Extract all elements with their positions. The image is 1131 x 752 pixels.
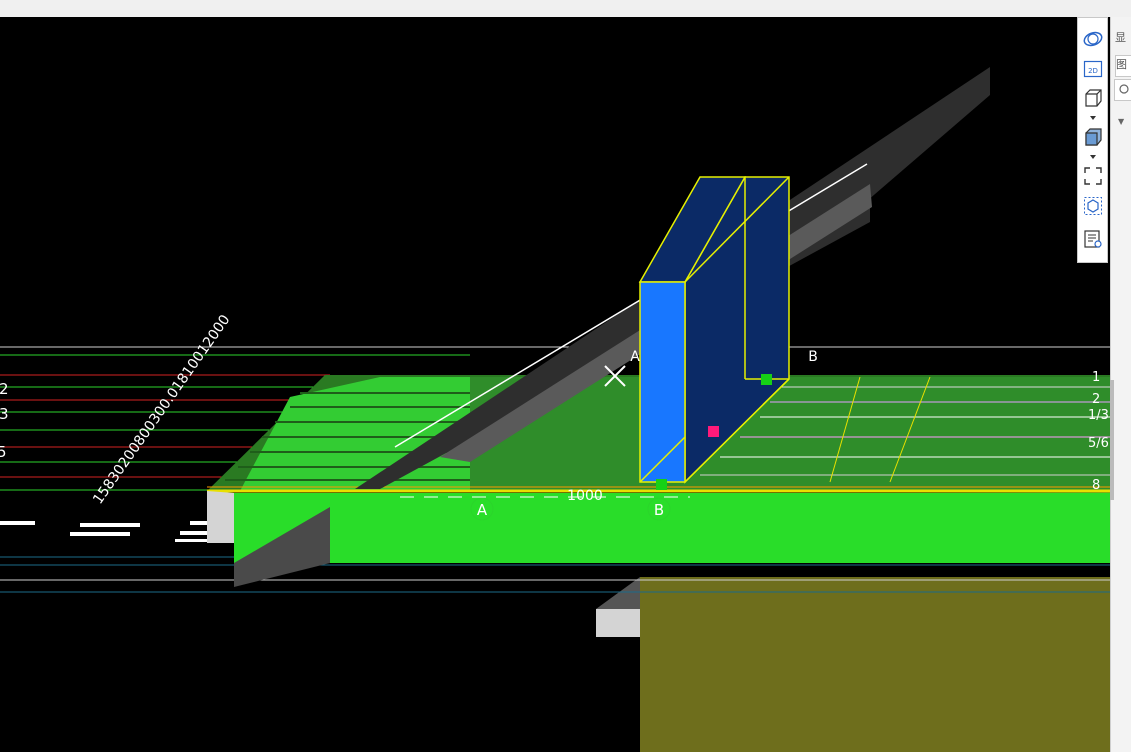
view-3d-box-icon: [1085, 89, 1102, 107]
selected-column-front[interactable]: [639, 281, 686, 483]
shaded-box-icon: [1085, 128, 1102, 146]
grip-handle[interactable]: [656, 479, 667, 490]
orbit-icon: [1083, 31, 1103, 47]
center-grip-handle[interactable]: [708, 426, 719, 437]
row-number-5: 5: [0, 443, 7, 461]
grip-handle[interactable]: [761, 374, 772, 385]
properties-view-icon: [1084, 230, 1102, 248]
properties-view-button[interactable]: [1082, 228, 1104, 250]
axis-label-b: B: [654, 501, 664, 519]
fit-view-icon: [1084, 167, 1102, 185]
grey-base-front: [596, 609, 640, 637]
orbit-button[interactable]: [1082, 28, 1104, 50]
section-box-icon: [1084, 197, 1102, 215]
right-row-number: 1/3: [1088, 408, 1109, 423]
shaded-view-button[interactable]: [1082, 126, 1104, 148]
dimension-text: 1000: [567, 488, 603, 504]
svg-text:2D: 2D: [1088, 67, 1098, 75]
model-canvas[interactable]: A B A B 1000 2 3 5 1 2 1/3 5/6 8 1583020…: [0, 17, 1110, 752]
view-3d-button[interactable]: [1082, 87, 1104, 109]
3d-model-viewport[interactable]: A B A B 1000 2 3 5 1 2 1/3 5/6 8 1583020…: [0, 17, 1110, 752]
axis-label-a-top: A: [630, 349, 640, 365]
view-2d-button[interactable]: 2D: [1082, 58, 1104, 80]
right-row-number: 5/6: [1088, 436, 1109, 451]
view-toolbar: 2D: [1077, 17, 1108, 263]
search-icon: [1119, 84, 1129, 94]
panel-tab[interactable]: 显: [1115, 29, 1131, 49]
fit-view-button[interactable]: [1082, 165, 1104, 187]
viewport-scrollbar[interactable]: [1110, 380, 1114, 500]
section-box-button[interactable]: [1082, 195, 1104, 217]
right-row-number: 2: [1092, 392, 1100, 407]
dropdown-caret-icon[interactable]: [1089, 154, 1097, 160]
axis-label-b-top: B: [808, 349, 818, 365]
slab-stripes: [225, 392, 470, 481]
row-number-3: 3: [0, 405, 9, 423]
diagonal-dimension-label: 15830200800300.01810012000: [90, 312, 233, 507]
right-row-number: 8: [1092, 478, 1100, 493]
expand-arrow-icon[interactable]: ▼: [1118, 117, 1124, 126]
search-input[interactable]: [1114, 79, 1131, 101]
dropdown-caret-icon[interactable]: [1089, 115, 1097, 121]
axis-label-a: A: [477, 501, 488, 519]
panel-tab[interactable]: 图: [1115, 55, 1131, 77]
view-2d-icon: 2D: [1083, 60, 1103, 78]
slab-left-face: [207, 491, 234, 543]
olive-foundation-block[interactable]: [640, 577, 1110, 752]
green-slab-front[interactable]: [234, 493, 1110, 563]
right-row-number: 1: [1092, 370, 1100, 385]
row-number-2: 2: [0, 380, 9, 398]
top-title-bar: [0, 0, 1131, 18]
